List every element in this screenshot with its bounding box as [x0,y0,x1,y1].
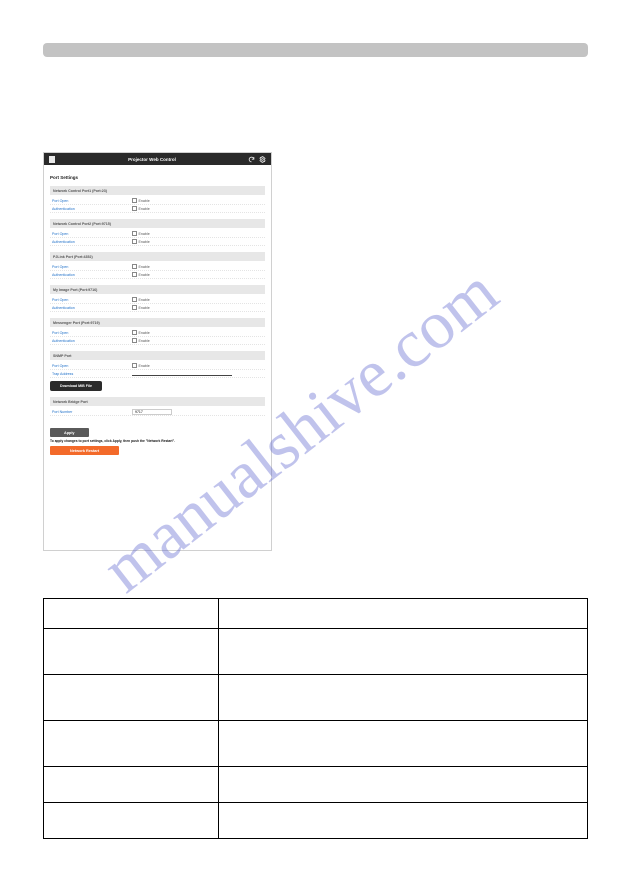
img-auth-row: Authentication Enable [50,304,265,312]
msg-auth-checkbox[interactable] [132,338,137,343]
section-nc2-head: Network Control Port2 (Port:9715) [50,219,265,228]
enable-text: Enable [139,339,150,343]
description-table [43,598,588,839]
nc1-auth-row: Authentication Enable [50,205,265,213]
nc2-auth-row: Authentication Enable [50,238,265,246]
enable-text: Enable [139,265,150,269]
table-header-row [44,599,588,629]
page-heading: Port Settings [50,175,265,180]
table-row [44,675,588,721]
table-cell [44,675,219,721]
bridge-port-label: Port Number [52,410,132,414]
nc1-portopen-row: Port Open Enable [50,197,265,205]
enable-text: Enable [139,364,150,368]
table-cell [219,767,588,803]
pjl-auth-checkbox[interactable] [132,272,137,277]
pjl-portopen-row: Port Open Enable [50,263,265,271]
ss-title: Projector Web Control [60,157,244,162]
nc2-portopen-row: Port Open Enable [50,230,265,238]
nc2-auth-label: Authentication [52,240,132,244]
img-auth-label: Authentication [52,306,132,310]
section-nc1-head: Network Control Port1 (Port:23) [50,186,265,195]
table-row [44,803,588,839]
msg-portopen-checkbox[interactable] [132,330,137,335]
gear-icon[interactable] [258,155,266,163]
pjl-portopen-label: Port Open [52,265,132,269]
table-cell [44,721,219,767]
apply-note: To apply changes to port settings, click… [50,439,265,443]
snmp-portopen-checkbox[interactable] [132,363,137,368]
nc1-auth-checkbox[interactable] [132,206,137,211]
snmp-portopen-label: Port Open [52,364,132,368]
bridge-port-input[interactable] [132,409,172,415]
nc2-portopen-label: Port Open [52,232,132,236]
ss-header: Projector Web Control [44,153,271,165]
enable-text: Enable [139,298,150,302]
table-cell [44,803,219,839]
img-auth-checkbox[interactable] [132,305,137,310]
msg-auth-label: Authentication [52,339,132,343]
network-restart-button[interactable]: Network Restart [50,446,119,455]
table-row [44,721,588,767]
table-cell [44,629,219,675]
table-row [44,629,588,675]
nc2-portopen-checkbox[interactable] [132,231,137,236]
enable-text: Enable [139,207,150,211]
ss-body: Port Settings Network Control Port1 (Por… [44,165,271,461]
embedded-screenshot: Projector Web Control Port Settings Netw… [43,152,272,551]
trap-address-input[interactable] [132,372,232,376]
table-cell [219,629,588,675]
table-cell [219,803,588,839]
pjl-portopen-checkbox[interactable] [132,264,137,269]
img-portopen-checkbox[interactable] [132,297,137,302]
msg-auth-row: Authentication Enable [50,337,265,345]
nc2-auth-checkbox[interactable] [132,239,137,244]
snmp-trap-row: Trap Address [50,370,265,378]
table-header-1 [44,599,219,629]
section-pjl-head: PJLink Port (Port:4352) [50,252,265,261]
enable-text: Enable [139,331,150,335]
nc1-portopen-label: Port Open [52,199,132,203]
msg-portopen-label: Port Open [52,331,132,335]
logo-icon [49,156,55,163]
table-cell [219,721,588,767]
section-img-head: My Image Port (Port:9716) [50,285,265,294]
nc1-auth-label: Authentication [52,207,132,211]
pjl-auth-row: Authentication Enable [50,271,265,279]
bridge-port-row: Port Number [50,408,265,416]
img-portopen-row: Port Open Enable [50,296,265,304]
apply-button[interactable]: Apply [50,428,89,437]
pjl-auth-label: Authentication [52,273,132,277]
table-row [44,767,588,803]
enable-text: Enable [139,232,150,236]
table-cell [219,675,588,721]
refresh-icon[interactable] [247,155,255,163]
top-banner [43,43,588,57]
download-mib-button[interactable]: Download MIB File [50,381,102,391]
snmp-portopen-row: Port Open Enable [50,362,265,370]
nc1-portopen-checkbox[interactable] [132,198,137,203]
table-header-2 [219,599,588,629]
section-snmp-head: SNMP Port [50,351,265,360]
img-portopen-label: Port Open [52,298,132,302]
msg-portopen-row: Port Open Enable [50,329,265,337]
section-bridge-head: Network Bridge Port [50,397,265,406]
enable-text: Enable [139,273,150,277]
section-msg-head: Messenger Port (Port:9719) [50,318,265,327]
snmp-trap-label: Trap Address [52,372,132,376]
enable-text: Enable [139,240,150,244]
enable-text: Enable [139,306,150,310]
table-cell [44,767,219,803]
enable-text: Enable [139,199,150,203]
